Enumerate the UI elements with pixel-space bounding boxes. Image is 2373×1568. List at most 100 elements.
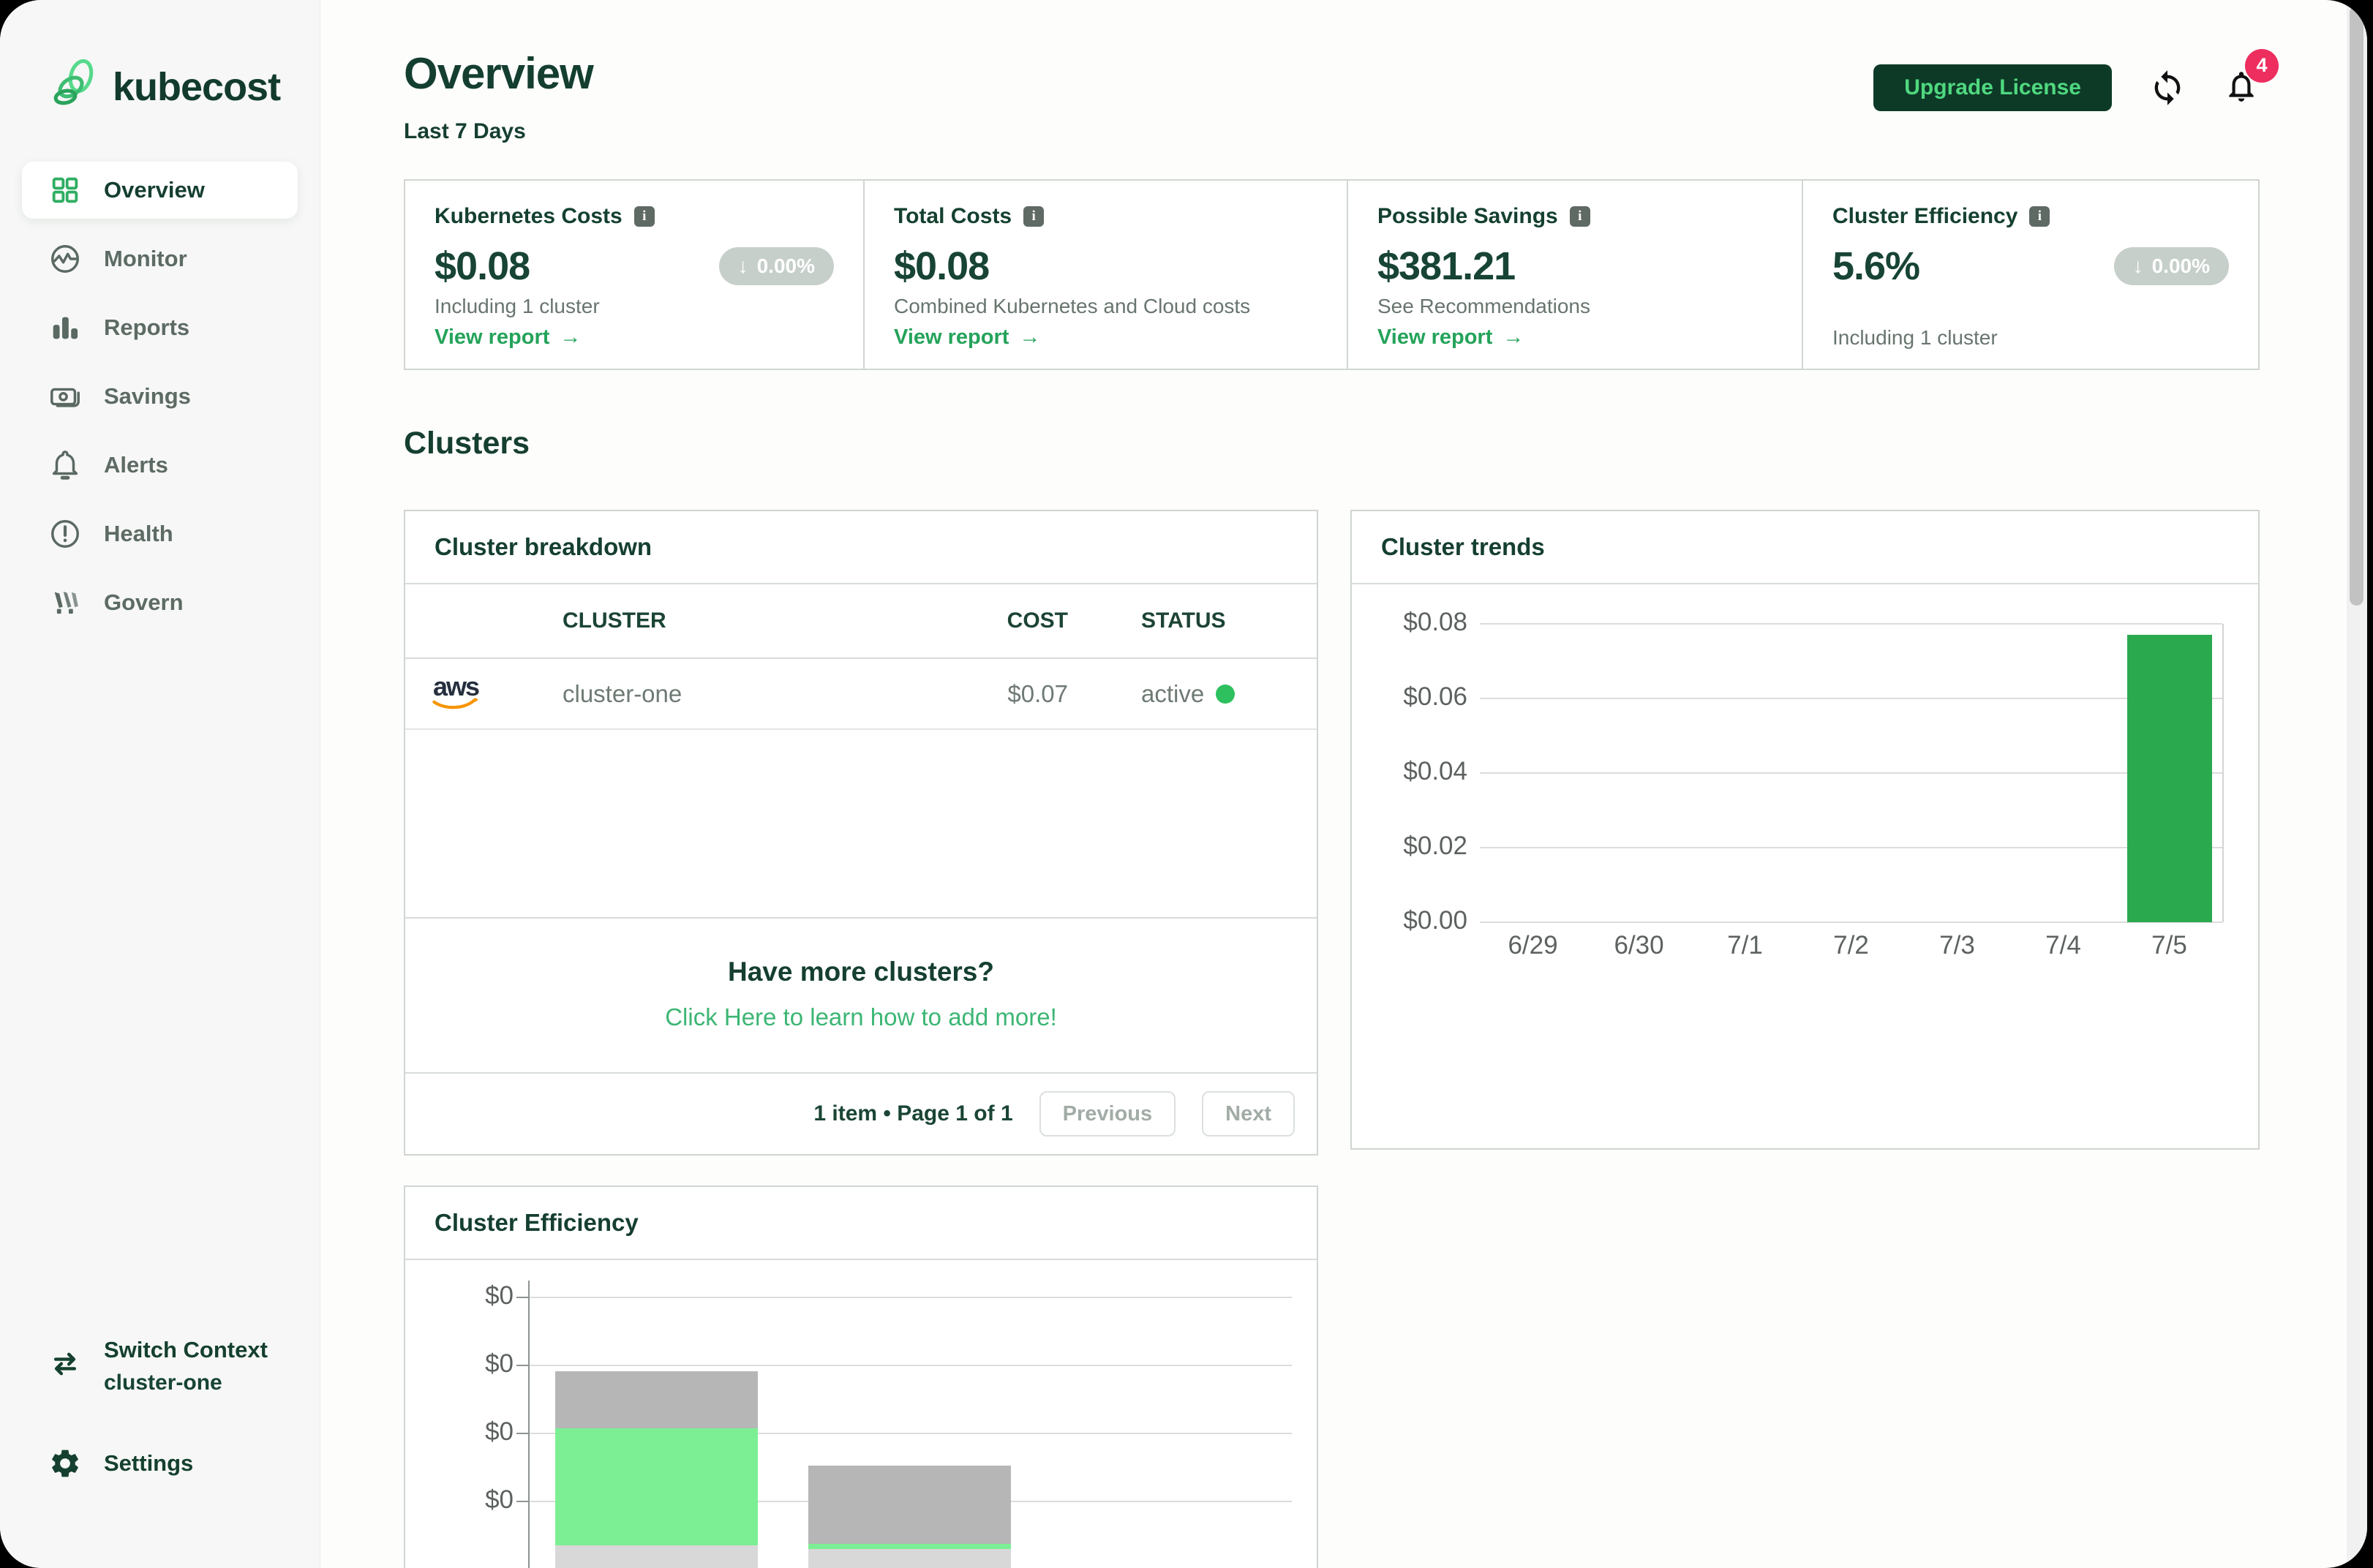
stat-title: Kubernetes Costs [435,204,623,229]
cluster-efficiency-card: Cluster Efficiency $0$0$0$0 [404,1186,1318,1568]
efficiency-bar-segment[interactable] [555,1371,758,1428]
efficiency-bar-segment[interactable] [808,1544,1011,1549]
scrollbar-thumb[interactable] [2350,6,2363,606]
switch-arrows-icon [48,1347,82,1381]
stat-subtext: Combined Kubernetes and Cloud costs [894,295,1317,318]
column-header-status: STATUS [1075,608,1317,633]
bell-icon [48,448,82,482]
settings-button[interactable]: Settings [22,1447,298,1480]
stat-value: $0.08 [435,244,530,289]
y-tick-label: $0.06 [1352,682,1467,712]
notification-count-badge: 4 [2245,49,2279,83]
sidebar-item-monitor[interactable]: Monitor [22,230,298,287]
y-tick-mark [516,1433,528,1434]
plot-right-border [2222,624,2224,922]
trend-bar[interactable] [2127,635,2212,922]
stat-subtext: See Recommendations [1377,295,1772,318]
sidebar-item-label: Monitor [104,246,187,272]
view-report-link[interactable]: View report→ [894,325,1317,350]
sidebar-bottom: Switch Context cluster-one Settings [0,1337,320,1568]
sidebar-item-alerts[interactable]: Alerts [22,437,298,494]
govern-icon [48,586,82,619]
notifications-button[interactable]: 4 [2223,68,2260,108]
cluster-breakdown-title: Cluster breakdown [435,533,652,561]
efficiency-bar-segment[interactable] [808,1549,1011,1568]
y-tick-label: $0 [405,1485,514,1515]
cluster-efficiency-title: Cluster Efficiency [435,1209,639,1237]
right-arrow-icon: → [1019,325,1040,350]
switch-context-button[interactable]: Switch Context cluster-one [22,1337,298,1395]
stat-title: Cluster Efficiency [1832,204,2017,229]
more-clusters-title: Have more clusters? [405,957,1317,987]
sidebar-item-overview[interactable]: Overview [22,162,298,219]
info-icon[interactable]: i [2029,206,2050,227]
table-row[interactable]: aws cluster-one $0.07 active [405,659,1317,730]
page-header: Overview Last 7 Days Upgrade License 4 [404,48,2260,144]
sidebar-item-health[interactable]: Health [22,505,298,562]
cluster-cost-cell: $0.07 [863,680,1075,708]
cluster-breakdown-card: Cluster breakdown CLUSTER COST STATUS aw… [404,510,1318,1156]
current-context: cluster-one [104,1371,268,1395]
sidebar-item-label: Health [104,521,173,547]
column-header-cluster: CLUSTER [563,608,863,633]
y-tick-label: $0.02 [1352,832,1467,861]
stat-card-possible-savings: Possible Savings i $381.21 See Recommend… [1347,181,1802,369]
kubecost-logo: kubecost [0,0,320,116]
sidebar-item-reports[interactable]: Reports [22,299,298,356]
x-tick-label: 6/30 [1586,931,1692,960]
reports-icon [48,311,82,344]
y-axis-line [528,1281,530,1568]
sidebar-item-label: Govern [104,589,184,616]
stat-title: Total Costs [894,204,1012,229]
down-arrow-icon: ↓ [738,255,748,278]
sidebar-item-label: Overview [104,177,205,203]
pagination-summary: 1 item • Page 1 of 1 [813,1101,1012,1126]
view-report-link[interactable]: View report→ [1377,325,1772,350]
upgrade-license-button[interactable]: Upgrade License [1873,64,2112,111]
stat-value: $0.08 [894,244,989,289]
sidebar-item-govern[interactable]: Govern [22,574,298,631]
gear-icon [48,1447,82,1480]
aws-provider-icon: aws [430,676,481,711]
grid-line [1480,698,2222,699]
info-icon[interactable]: i [634,206,655,227]
efficiency-bar-segment[interactable] [555,1545,758,1568]
trend-pill: ↓ 0.00% [719,247,834,285]
cluster-efficiency-chart: $0$0$0$0 [405,1260,1317,1568]
info-icon[interactable]: i [1023,206,1044,227]
settings-label: Settings [104,1450,193,1477]
sidebar-item-label: Alerts [104,452,168,478]
y-tick-label: $0.04 [1352,757,1467,786]
table-header: CLUSTER COST STATUS [405,584,1317,659]
switch-context-label: Switch Context [104,1337,268,1363]
date-range-label: Last 7 Days [404,119,593,144]
scrollbar-track[interactable] [2347,0,2367,1568]
efficiency-bar-segment[interactable] [808,1466,1011,1544]
grid-line [528,1365,1292,1366]
info-icon[interactable]: i [1570,206,1590,227]
x-tick-label: 7/2 [1798,931,1904,960]
right-arrow-icon: → [1503,325,1524,350]
monitor-icon [48,242,82,276]
view-report-link[interactable]: View report→ [435,325,834,350]
efficiency-bar-segment[interactable] [555,1428,758,1546]
trend-pill: ↓ 0.00% [2114,247,2229,285]
stat-subtext: Including 1 cluster [1832,326,2229,350]
refresh-button[interactable] [2148,69,2186,107]
y-tick-label: $0.00 [1352,906,1467,935]
y-tick-mark [516,1501,528,1502]
more-clusters-block: Have more clusters? Click Here to learn … [405,917,1317,1072]
y-tick-label: $0.08 [1352,608,1467,637]
add-clusters-link[interactable]: Click Here to learn how to add more! [665,1003,1057,1031]
grid-line [1480,921,2222,923]
next-page-button[interactable]: Next [1202,1091,1295,1137]
grid-line [1480,847,2222,848]
previous-page-button[interactable]: Previous [1039,1091,1176,1137]
stat-card-total-costs: Total Costs i $0.08 Combined Kubernetes … [863,181,1347,369]
sidebar-item-savings[interactable]: Savings [22,368,298,425]
page-title: Overview [404,48,593,99]
stat-title: Possible Savings [1377,204,1558,229]
stat-subtext: Including 1 cluster [435,295,834,318]
stat-card-kubernetes-costs: Kubernetes Costs i $0.08 ↓ 0.00% Includi… [405,181,863,369]
column-header-cost: COST [863,608,1075,633]
